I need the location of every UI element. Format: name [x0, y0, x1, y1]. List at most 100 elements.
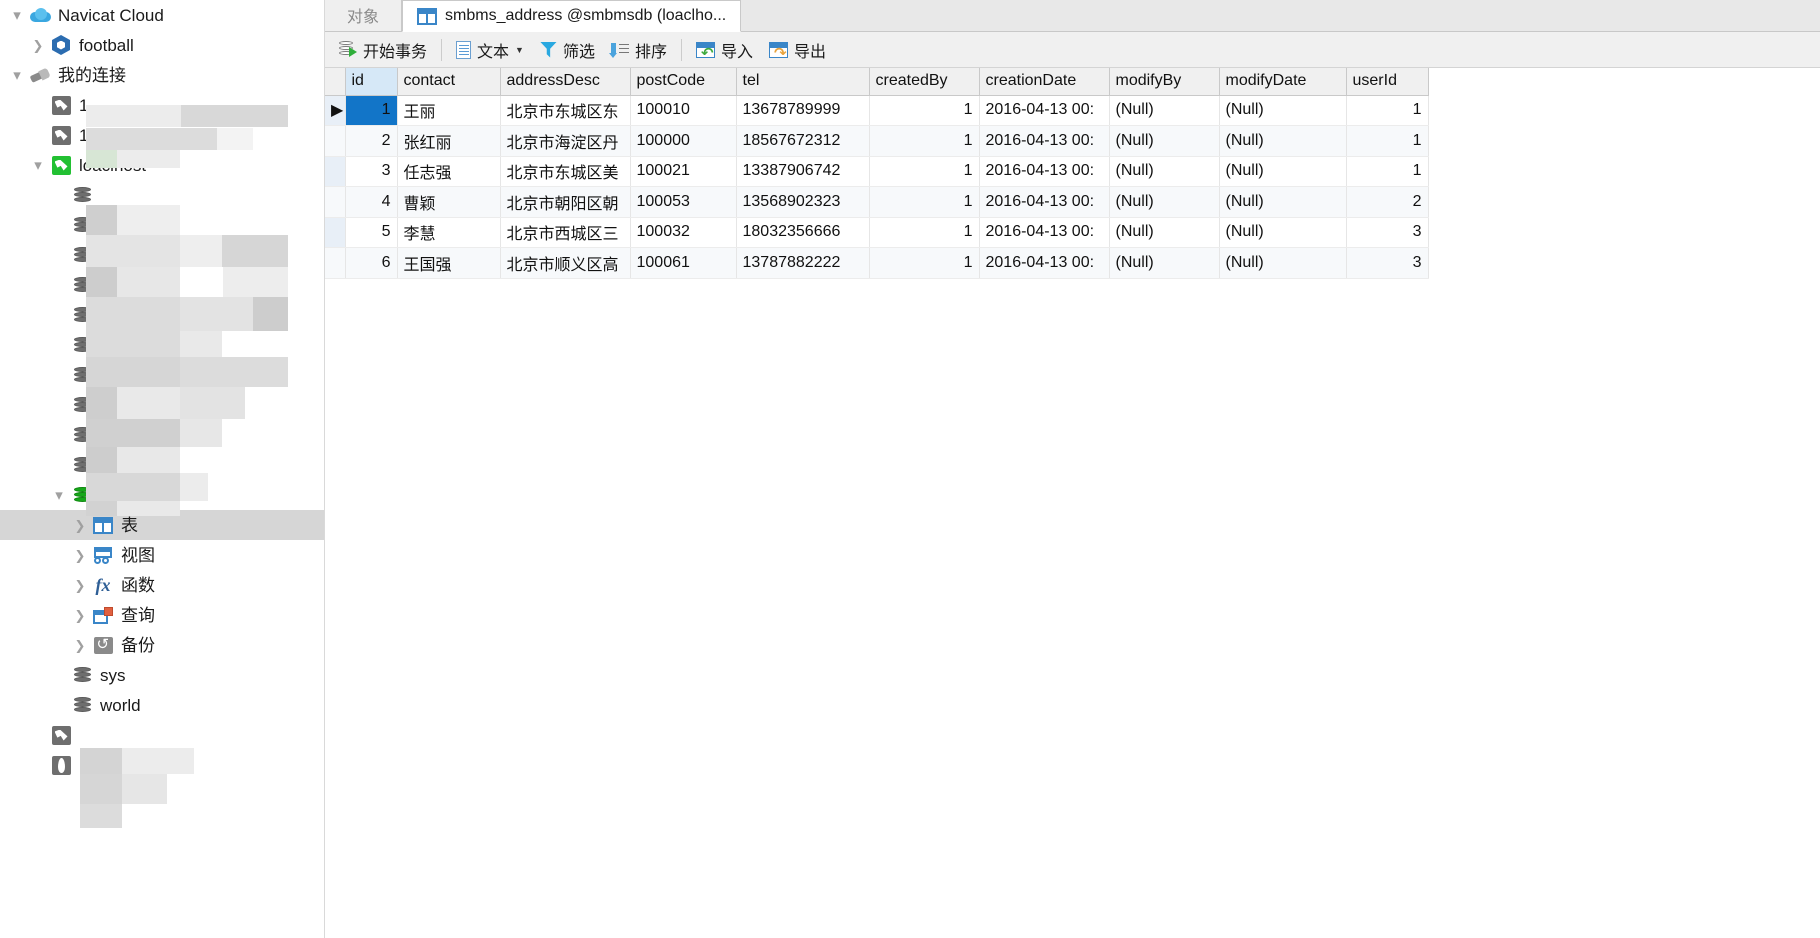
cell-id[interactable]: 2 — [345, 126, 397, 157]
table-row[interactable]: ▶1王丽北京市东城区东1000101367878999912016-04-13 … — [325, 95, 1428, 126]
sidebar-item-queries[interactable]: 查询 — [0, 600, 324, 630]
cell-postCode[interactable]: 100000 — [630, 126, 736, 157]
cell-creationDate[interactable]: 2016-04-13 00: — [979, 217, 1109, 248]
cell-userId[interactable]: 3 — [1346, 217, 1428, 248]
cell-createdBy[interactable]: 1 — [869, 95, 979, 126]
cell-contact[interactable]: 张红丽 — [397, 126, 500, 157]
cell-creationDate[interactable]: 2016-04-13 00: — [979, 95, 1109, 126]
cell-postCode[interactable]: 100021 — [630, 156, 736, 187]
sidebar-item-sys[interactable]: sys — [0, 660, 324, 690]
cell-addressDesc[interactable]: 北京市东城区东 — [500, 95, 630, 126]
sidebar-item-database[interactable] — [0, 240, 324, 270]
sidebar-item-smbmsdb[interactable]: smbmsdb — [0, 480, 324, 510]
sidebar-item-loaclnost[interactable]: loaclnost — [0, 150, 324, 180]
column-header-postCode[interactable]: postCode — [630, 68, 736, 95]
cell-modifyDate[interactable]: (Null) — [1219, 95, 1346, 126]
cell-id[interactable]: 6 — [345, 248, 397, 279]
cell-addressDesc[interactable]: 北京市朝阳区朝 — [500, 187, 630, 218]
cell-id[interactable]: 3 — [345, 156, 397, 187]
filter-button[interactable]: 筛选 — [532, 35, 603, 65]
column-header-modifyBy[interactable]: modifyBy — [1109, 68, 1219, 95]
cell-addressDesc[interactable]: 北京市东城区美 — [500, 156, 630, 187]
cell-contact[interactable]: 任志强 — [397, 156, 500, 187]
cell-createdBy[interactable]: 1 — [869, 126, 979, 157]
cell-tel[interactable]: 18567672312 — [736, 126, 869, 157]
sidebar-item-tables[interactable]: 表 — [0, 510, 324, 540]
column-header-contact[interactable]: contact — [397, 68, 500, 95]
table-row[interactable]: 2张红丽北京市海淀区丹1000001856767231212016-04-13 … — [325, 126, 1428, 157]
cell-tel[interactable]: 13678789999 — [736, 95, 869, 126]
chevron-right-icon[interactable] — [69, 609, 91, 622]
cell-tel[interactable]: 18032356666 — [736, 217, 869, 248]
row-marker[interactable] — [325, 248, 345, 279]
row-marker[interactable] — [325, 156, 345, 187]
chevron-down-icon[interactable]: ▼ — [515, 45, 524, 55]
tab-objects[interactable]: 对象 — [325, 0, 402, 31]
cell-creationDate[interactable]: 2016-04-13 00: — [979, 126, 1109, 157]
row-marker[interactable] — [325, 126, 345, 157]
column-header-id[interactable]: id — [345, 68, 397, 95]
cell-modifyBy[interactable]: (Null) — [1109, 95, 1219, 126]
tab-smbms-address[interactable]: smbms_address @smbmsdb (loaclho... — [402, 0, 741, 32]
cell-creationDate[interactable]: 2016-04-13 00: — [979, 156, 1109, 187]
sidebar-item-football[interactable]: football — [0, 30, 324, 60]
sidebar-item-database[interactable] — [0, 300, 324, 330]
sidebar-item-backups[interactable]: 备份 — [0, 630, 324, 660]
cell-postCode[interactable]: 100061 — [630, 248, 736, 279]
cell-postCode[interactable]: 100053 — [630, 187, 736, 218]
cell-userId[interactable]: 2 — [1346, 187, 1428, 218]
cell-userId[interactable]: 1 — [1346, 126, 1428, 157]
text-button[interactable]: 文本▼ — [448, 35, 532, 65]
sidebar-item-database[interactable] — [0, 330, 324, 360]
cell-createdBy[interactable]: 1 — [869, 248, 979, 279]
chevron-right-icon[interactable] — [69, 549, 91, 562]
chevron-right-icon[interactable] — [27, 39, 49, 52]
import-button[interactable]: 导入 — [688, 35, 761, 65]
cell-modifyDate[interactable]: (Null) — [1219, 217, 1346, 248]
sidebar-item-world[interactable]: world — [0, 690, 324, 720]
cell-modifyBy[interactable]: (Null) — [1109, 187, 1219, 218]
cell-modifyDate[interactable]: (Null) — [1219, 156, 1346, 187]
cell-createdBy[interactable]: 1 — [869, 156, 979, 187]
column-header-createdBy[interactable]: createdBy — [869, 68, 979, 95]
row-marker[interactable] — [325, 217, 345, 248]
cell-modifyBy[interactable]: (Null) — [1109, 126, 1219, 157]
tab-bar[interactable]: 对象smbms_address @smbmsdb (loaclho... — [325, 0, 1820, 32]
table-row[interactable]: 4曹颖北京市朝阳区朝1000531356890232312016-04-13 0… — [325, 187, 1428, 218]
grid-toolbar[interactable]: 开始事务文本▼筛选排序导入导出 — [325, 32, 1820, 68]
cell-postCode[interactable]: 100032 — [630, 217, 736, 248]
column-header-tel[interactable]: tel — [736, 68, 869, 95]
cell-addressDesc[interactable]: 北京市顺义区高 — [500, 248, 630, 279]
cell-contact[interactable]: 王国强 — [397, 248, 500, 279]
sidebar-item-functions[interactable]: fx函数 — [0, 570, 324, 600]
export-button[interactable]: 导出 — [761, 35, 834, 65]
row-marker[interactable] — [325, 187, 345, 218]
table-row[interactable]: 6王国强北京市顺义区高1000611378788222212016-04-13 … — [325, 248, 1428, 279]
cell-creationDate[interactable]: 2016-04-13 00: — [979, 248, 1109, 279]
cell-contact[interactable]: 曹颖 — [397, 187, 500, 218]
column-header-modifyDate[interactable]: modifyDate — [1219, 68, 1346, 95]
cell-id[interactable]: 1 — [345, 95, 397, 126]
cell-createdBy[interactable]: 1 — [869, 217, 979, 248]
data-grid[interactable]: idcontactaddressDescpostCodetelcreatedBy… — [325, 68, 1410, 279]
chevron-down-icon[interactable] — [6, 68, 28, 83]
sidebar-item-database[interactable] — [0, 360, 324, 390]
cell-contact[interactable]: 李慧 — [397, 217, 500, 248]
connection-tree-sidebar[interactable]: Navicat Cloudfootball我的连接11loaclnostsmbm… — [0, 0, 325, 938]
cell-tel[interactable]: 13787882222 — [736, 248, 869, 279]
chevron-right-icon[interactable] — [69, 579, 91, 592]
cell-modifyBy[interactable]: (Null) — [1109, 248, 1219, 279]
column-header-userId[interactable]: userId — [1346, 68, 1428, 95]
sidebar-item-connection-2[interactable]: 1 — [0, 120, 324, 150]
cell-userId[interactable]: 3 — [1346, 248, 1428, 279]
cell-modifyDate[interactable]: (Null) — [1219, 248, 1346, 279]
cell-addressDesc[interactable]: 北京市海淀区丹 — [500, 126, 630, 157]
sidebar-item-database[interactable] — [0, 390, 324, 420]
cell-modifyDate[interactable]: (Null) — [1219, 187, 1346, 218]
cell-userId[interactable]: 1 — [1346, 95, 1428, 126]
sidebar-item-views[interactable]: 视图 — [0, 540, 324, 570]
table-row[interactable]: 3任志强北京市东城区美1000211338790674212016-04-13 … — [325, 156, 1428, 187]
sidebar-item-connection-4[interactable] — [0, 750, 324, 780]
sidebar-item-connection-3[interactable] — [0, 720, 324, 750]
chevron-down-icon[interactable] — [48, 488, 70, 503]
